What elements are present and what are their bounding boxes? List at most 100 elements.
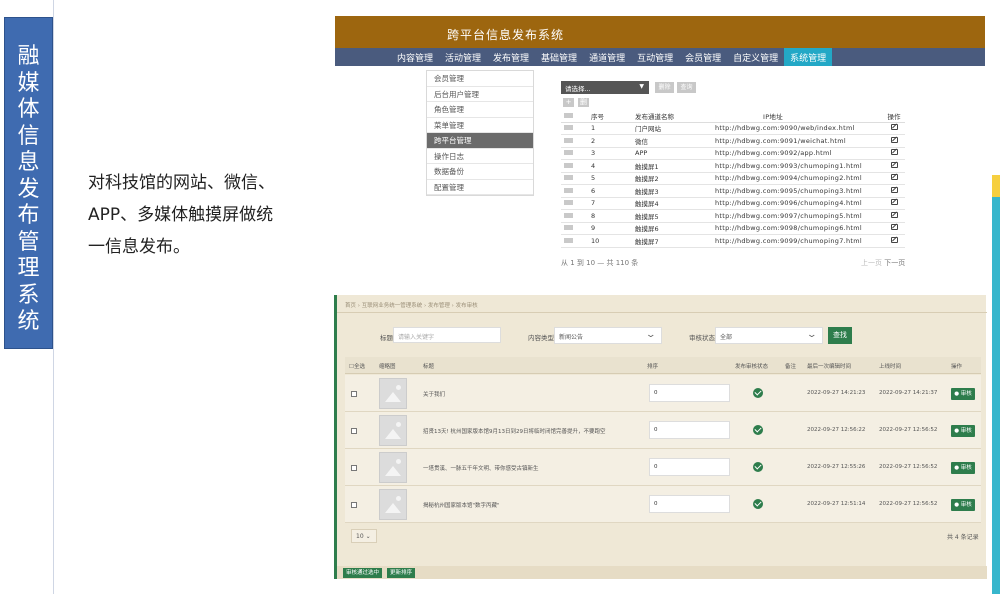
column-header: 操作 [883,111,905,123]
edit-icon[interactable] [883,234,905,248]
table-row: 4 触摸屏1 http://hdbwg.com:9093/chumoping1.ht… [561,159,905,173]
online-time: 2022-09-27 12:56:52 [879,501,938,507]
edit-icon[interactable] [883,197,905,210]
row-checkbox[interactable] [351,502,357,508]
article-title[interactable]: 一塔贯溪、一脉五千年文明、带你感受古镇新生 [423,464,539,472]
page-size-select[interactable]: 10 ⌄ [351,529,377,543]
review-button[interactable]: ● 审核 [951,425,975,437]
row-checkbox[interactable] [351,428,357,434]
row-number: 3 [587,147,635,160]
sidebar-item[interactable]: 会员管理 [427,71,533,87]
status-filter-label: 审核状态 [689,334,715,342]
add-button[interactable]: + [563,98,574,107]
channel-select[interactable]: 请选择... ▼ [561,81,649,94]
order-input[interactable]: 0 [649,495,730,513]
order-input[interactable]: 0 [649,421,730,439]
row-checkbox[interactable] [561,222,587,235]
nav-item[interactable]: 发布管理 [487,48,535,66]
type-filter-label: 内容类型 [528,334,554,342]
order-input[interactable]: 0 [649,384,730,402]
title-char: 管 [17,229,40,255]
search-button[interactable]: 查找 [828,327,852,344]
sidebar-item[interactable]: 角色管理 [427,102,533,118]
order-input[interactable]: 0 [649,458,730,476]
channel-url: http://hdbwg.com:9098/chumoping6.html [713,222,883,235]
sidebar-item[interactable]: 菜单管理 [427,118,533,133]
edit-time: 2022-09-27 14:21:23 [807,390,866,396]
sidebar-item[interactable]: 数据备份 [427,164,533,180]
row-checkbox[interactable] [561,234,587,248]
nav-item[interactable]: 活动管理 [439,48,487,66]
remove-button[interactable]: 删 [578,98,589,107]
column-header: 操作 [951,364,963,370]
title-search-input[interactable]: 请输入关键字 [393,327,501,343]
nav-item[interactable]: 会员管理 [679,48,727,66]
header-select[interactable] [561,111,587,123]
edit-icon[interactable] [883,122,905,135]
row-checkbox[interactable] [351,465,357,471]
online-time: 2022-09-27 12:56:52 [879,427,938,433]
row-checkbox[interactable] [561,122,587,135]
accent-bar [992,175,1000,594]
nav-item[interactable]: 自定义管理 [727,48,784,66]
channel-name: 触摸屏3 [635,184,713,198]
edit-icon[interactable] [883,147,905,160]
table-row: 7 触摸屏4 http://hdbwg.com:9096/chumoping4.ht… [561,197,905,210]
row-checkbox[interactable] [561,147,587,160]
row-checkbox[interactable] [351,391,357,397]
title-filter-label: 标题 [380,334,393,342]
status-select[interactable]: 全部 ⌄ [715,327,823,344]
sidebar-item[interactable]: 配置管理 [427,180,533,195]
review-button[interactable]: ● 审核 [951,499,975,511]
nav-item[interactable]: 内容管理 [391,48,439,66]
select-all-checkbox[interactable]: ☐全选 [349,362,365,370]
channel-url: http://hdbwg.com:9091/weichat.html [713,134,883,148]
slide: 融媒体信息发布管理系统 对科技馆的网站、微信、 APP、多媒体触摸屏做统 一信息… [0,0,1000,594]
nav-item[interactable]: 通道管理 [583,48,631,66]
row-checkbox[interactable] [561,209,587,223]
row-checkbox[interactable] [561,197,587,210]
edit-icon[interactable] [883,184,905,198]
delete-button[interactable]: 删除 [655,82,674,93]
row-checkbox[interactable] [561,159,587,173]
edit-icon[interactable] [883,134,905,148]
pagination: 上一页 下一页 [861,258,905,268]
channel-url: http://hdbwg.com:9094/chumoping2.html [713,172,883,185]
type-select[interactable]: 新闻公告 ⌄ [554,327,662,344]
nav-item[interactable]: 互动管理 [631,48,679,66]
sidebar-item[interactable]: 操作日志 [427,149,533,164]
admin-banner-title: 跨平台信息发布系统 [335,16,985,48]
sidebar-item[interactable]: 跨平台管理 [427,133,533,149]
approve-selected-button[interactable]: 审核通过选中 [343,568,383,578]
edit-icon[interactable] [883,209,905,223]
review-button[interactable]: ● 审核 [951,388,975,400]
sidebar-item[interactable]: 后台用户管理 [427,87,533,102]
article-title[interactable]: 关于我们 [423,390,445,398]
description-line: APP、多媒体触摸屏做统 [88,205,274,225]
edit-icon[interactable] [883,159,905,173]
row-number: 10 [587,234,635,248]
edit-icon[interactable] [883,172,905,185]
prev-page-link[interactable]: 上一页 [861,259,882,267]
review-button[interactable]: ● 审核 [951,462,975,474]
nav-item[interactable]: 基础管理 [535,48,583,66]
article-title[interactable]: 招贤13天! 杭州国家版本馆9月13日到29日将临时闭馆完善提升，不要跑空 [423,427,605,435]
row-checkbox[interactable] [561,134,587,148]
table-row: 6 触摸屏3 http://hdbwg.com:9095/chumoping3.ht… [561,184,905,198]
title-char: 发 [17,176,40,202]
row-checkbox[interactable] [561,172,587,185]
title-char: 系 [17,282,40,308]
column-header: 缩略图 [379,364,396,370]
table-row: 一塔贯溪、一脉五千年文明、带你感受古镇新生 0 2022-09-27 12:55:2… [345,449,981,486]
query-button[interactable]: 查询 [677,82,696,93]
edit-icon[interactable] [883,222,905,235]
chevron-down-icon: ▼ [639,83,644,90]
update-order-button[interactable]: 更新排序 [387,568,416,578]
admin-sidebar: 会员管理 后台用户管理 角色管理 菜单管理 跨平台管理 操作日志 数据备份 配置管理 [426,70,534,196]
row-checkbox[interactable] [561,184,587,198]
table-row: 关于我们 0 2022-09-27 14:21:23 2022-09-27 14:21… [345,375,981,412]
article-title[interactable]: 揭秘杭州国家版本馆"数字丙藏" [423,501,500,509]
next-page-link[interactable]: 下一页 [884,259,905,267]
channel-name: 门户网站 [635,122,713,135]
nav-item[interactable]: 系统管理 [784,48,833,66]
